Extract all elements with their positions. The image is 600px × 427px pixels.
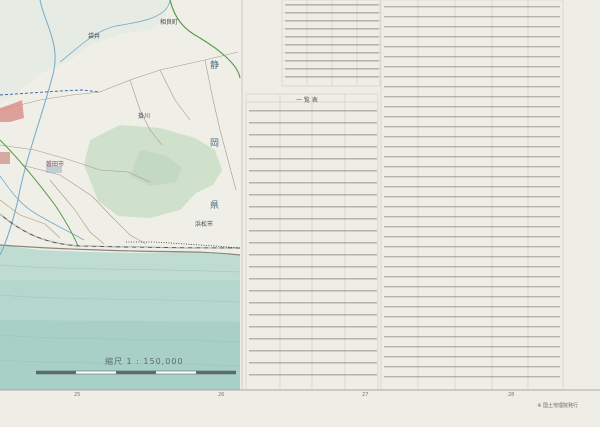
region-char: 岡 <box>210 139 220 149</box>
scale-block: 縮尺 1 : 150,000 <box>30 356 240 386</box>
place-label: 袋井 <box>88 33 101 40</box>
publisher-note: ※ 国土地理院発行 <box>537 403 578 409</box>
grid-number: 26 <box>218 392 225 398</box>
place-label: 磐田市 <box>46 161 65 168</box>
place-label: 相良町 <box>160 19 179 26</box>
region-char: 県 <box>210 201 220 211</box>
region-char: 静 <box>210 61 220 71</box>
grid-number: 27 <box>362 392 369 398</box>
grid-number: 25 <box>74 392 81 398</box>
place-label: 浜松市 <box>195 221 214 228</box>
scale-text: 縮尺 1 : 150,000 <box>105 357 184 366</box>
grid-number: 28 <box>508 392 515 398</box>
table-title: 一 覧 表 <box>296 97 318 104</box>
map-sheet: 袋井 浜松市 磐田市 掛川 相良町 静 岡 県 一 覧 表 25 26 27 2… <box>0 0 600 427</box>
place-label: 掛川 <box>138 113 151 120</box>
scale-bar <box>36 370 236 375</box>
